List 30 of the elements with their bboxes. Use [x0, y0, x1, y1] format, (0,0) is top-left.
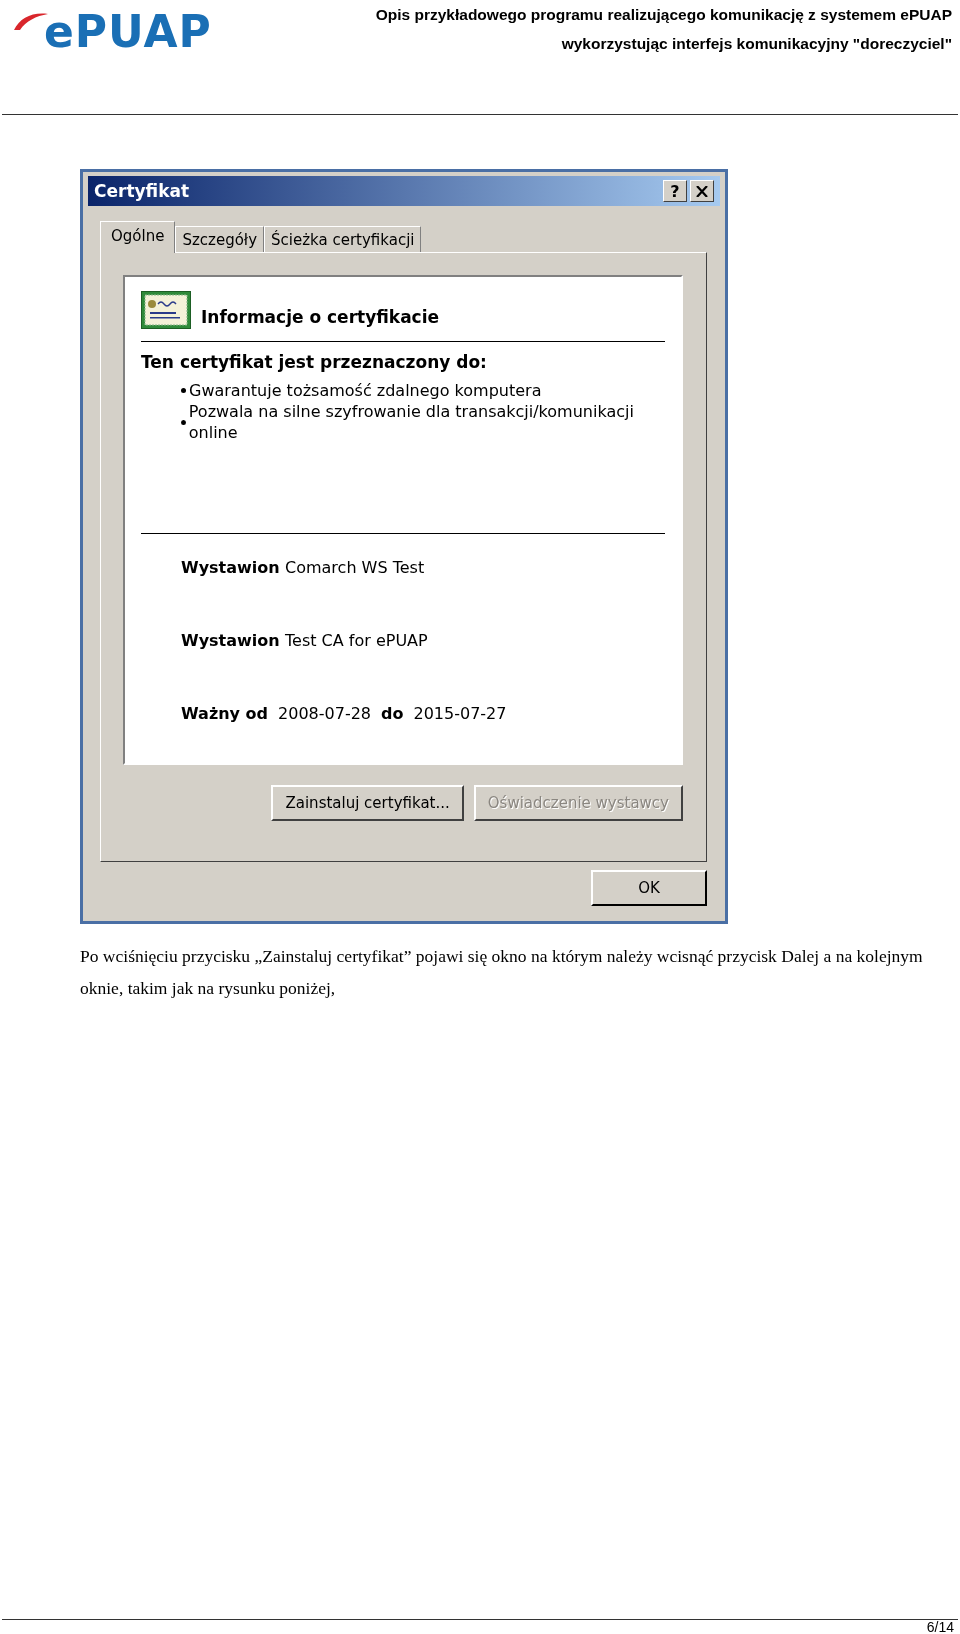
field-label: Wystawion — [181, 558, 281, 577]
purpose-item: Gwarantuje tożsamość zdalnego komputera — [189, 380, 542, 402]
date-value: 2015-07-27 — [413, 704, 507, 723]
tab[interactable]: Ogólne — [100, 221, 176, 253]
section-heading: Informacje o certyfikacie — [201, 307, 440, 329]
help-button[interactable]: ? — [663, 180, 687, 202]
window-title: Certyfikat — [94, 181, 190, 201]
certificate-icon — [141, 291, 191, 329]
document-title: wykorzystując interfejs komunikacyjny "doreczyciel" — [560, 34, 952, 54]
bullet-icon — [181, 388, 186, 394]
close-button[interactable] — [690, 180, 714, 202]
date-value: 2008-07-28 — [278, 704, 371, 723]
field-label: Ważny od — [181, 704, 269, 723]
bullet-icon — [181, 419, 186, 425]
field-label: Wystawion — [181, 631, 281, 650]
purpose-item: Pozwala na silne szyfrowanie dla transakcji/komunikacji online — [188, 401, 635, 444]
field-value: Test CA for ePUAP — [285, 631, 428, 650]
tab[interactable]: Ścieżka certyfikacji — [264, 226, 422, 252]
close-icon — [696, 185, 708, 197]
page-number: 6/14 — [925, 1620, 955, 1634]
caption-paragraph: Po wciśnięciu przycisku „Zainstaluj certyfikat” pojawi się okno na którym należy wcisnąć przycisk Dalej a na kolejnym oknie, takim jak na rysunku poniżej, — [80, 945, 924, 1000]
action-button[interactable]: Zainstaluj certyfikat... — [271, 785, 464, 821]
document-title: Opis przykładowego programu realizującego komunikację z systemem ePUAP — [375, 5, 952, 25]
logo: ePUAP — [44, 10, 212, 54]
field-label: do — [381, 704, 404, 723]
ok-button[interactable]: OK — [591, 870, 707, 906]
field-value: Comarch WS Test — [285, 558, 425, 577]
purpose-heading: Ten certyfikat jest przeznaczony do: — [141, 352, 488, 373]
swoosh-icon — [14, 12, 48, 30]
tab[interactable]: Szczegóły — [175, 226, 264, 252]
